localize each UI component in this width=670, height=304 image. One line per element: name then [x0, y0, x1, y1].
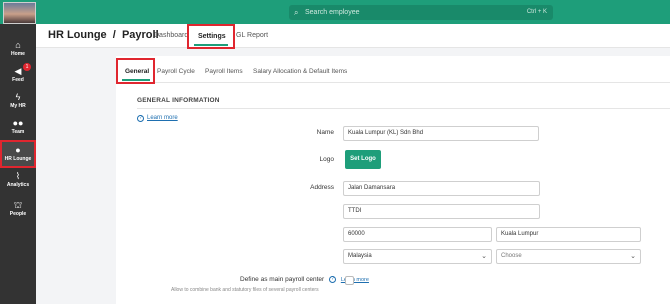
country-select[interactable]: Malaysia ⌄	[343, 249, 492, 264]
subtab-payroll-items[interactable]: Payroll Items	[205, 68, 243, 75]
sidebar-item-label: Home	[11, 51, 25, 57]
sidebar-item-people[interactable]: ⛫ People	[1, 196, 35, 222]
sidebar: ⌂ Home ◀ Feed 1 ϟ My HR ●● Team ● HR Lou…	[0, 24, 36, 304]
top-bar: ⌕ Search employee Ctrl + K	[0, 0, 670, 24]
tab-settings-label: Settings	[198, 33, 226, 40]
name-label: Name	[316, 129, 334, 136]
sidebar-item-label: Feed	[12, 77, 24, 83]
main-payroll-center-checkbox[interactable]	[345, 276, 354, 285]
tab-settings[interactable]: Settings	[187, 24, 235, 49]
postcode-field[interactable]: 60000	[343, 227, 492, 242]
section-divider	[137, 108, 670, 109]
subtab-salary-allocation[interactable]: Salary Allocation & Default Items	[253, 68, 347, 75]
main-payroll-center-hint: Allow to combine bank and statutory file…	[171, 287, 319, 293]
search-placeholder: Search employee	[305, 9, 360, 16]
address-line2-field[interactable]: TTDI	[343, 204, 540, 219]
tab-gl-report[interactable]: GL Report	[236, 32, 268, 39]
name-field[interactable]: Kuala Lumpur (KL) Sdn Bhd	[343, 126, 539, 141]
state-select[interactable]: Choose ⌄	[496, 249, 641, 264]
org-chart-icon: ⛫	[13, 200, 23, 210]
sidebar-item-team[interactable]: ●● Team	[1, 114, 35, 140]
page-header: HR Lounge / Payroll Dashboard Settings G…	[36, 24, 670, 49]
country-select-value: Malaysia	[348, 253, 372, 259]
lightning-icon: ϟ	[15, 92, 21, 102]
notification-badge: 1	[23, 63, 31, 71]
subtab-general[interactable]: General	[116, 58, 155, 84]
settings-card: General Payroll Cycle Payroll Items Sala…	[116, 56, 670, 304]
subtab-general-label: General	[125, 68, 150, 75]
active-subtab-indicator	[122, 79, 150, 81]
user-gear-icon: ●	[15, 145, 21, 155]
address-label: Address	[310, 184, 334, 191]
team-icon: ●●	[12, 118, 24, 128]
search-icon: ⌕	[294, 8, 299, 17]
sidebar-item-hr-lounge[interactable]: ● HR Lounge	[0, 140, 36, 168]
company-logo[interactable]	[3, 2, 36, 24]
tab-dashboard[interactable]: Dashboard	[154, 32, 188, 39]
section-title: GENERAL INFORMATION	[137, 97, 220, 104]
logo-label: Logo	[319, 156, 334, 163]
state-select-placeholder: Choose	[501, 253, 522, 259]
sidebar-item-label: People	[9, 211, 27, 217]
sidebar-item-label: Analytics	[6, 182, 30, 188]
sidebar-item-my-hr[interactable]: ϟ My HR	[1, 88, 35, 114]
learn-more-text: Learn more	[147, 115, 178, 121]
help-icon[interactable]: ?	[329, 276, 336, 283]
chart-icon: ⌇	[15, 171, 21, 181]
city-field[interactable]: Kuala Lumpur	[496, 227, 641, 242]
chevron-down-icon: ⌄	[630, 253, 636, 260]
sidebar-item-analytics[interactable]: ⌇ Analytics	[1, 167, 35, 193]
subtab-bar: General Payroll Cycle Payroll Items Sala…	[116, 56, 670, 84]
sidebar-item-label: My HR	[10, 103, 26, 109]
learn-more-link[interactable]: ? Learn more	[137, 115, 178, 122]
sidebar-item-label: HR Lounge	[4, 156, 32, 162]
set-logo-button[interactable]: Set Logo	[345, 150, 381, 169]
sidebar-item-label: Team	[11, 129, 25, 135]
main-payroll-center-text: Define as main payroll center	[240, 276, 325, 284]
sidebar-item-home[interactable]: ⌂ Home	[1, 36, 35, 62]
subtab-payroll-cycle[interactable]: Payroll Cycle	[157, 68, 195, 75]
active-tab-indicator	[194, 44, 228, 46]
chevron-down-icon: ⌄	[481, 253, 487, 260]
help-icon: ?	[137, 115, 144, 122]
search-input[interactable]: ⌕ Search employee Ctrl + K	[289, 5, 553, 20]
search-shortcut: Ctrl + K	[526, 9, 547, 15]
sidebar-item-feed[interactable]: ◀ Feed 1	[1, 62, 35, 88]
address-line1-field[interactable]: Jalan Damansara	[343, 181, 540, 196]
breadcrumb: HR Lounge / Payroll	[48, 29, 159, 41]
home-icon: ⌂	[15, 40, 21, 50]
